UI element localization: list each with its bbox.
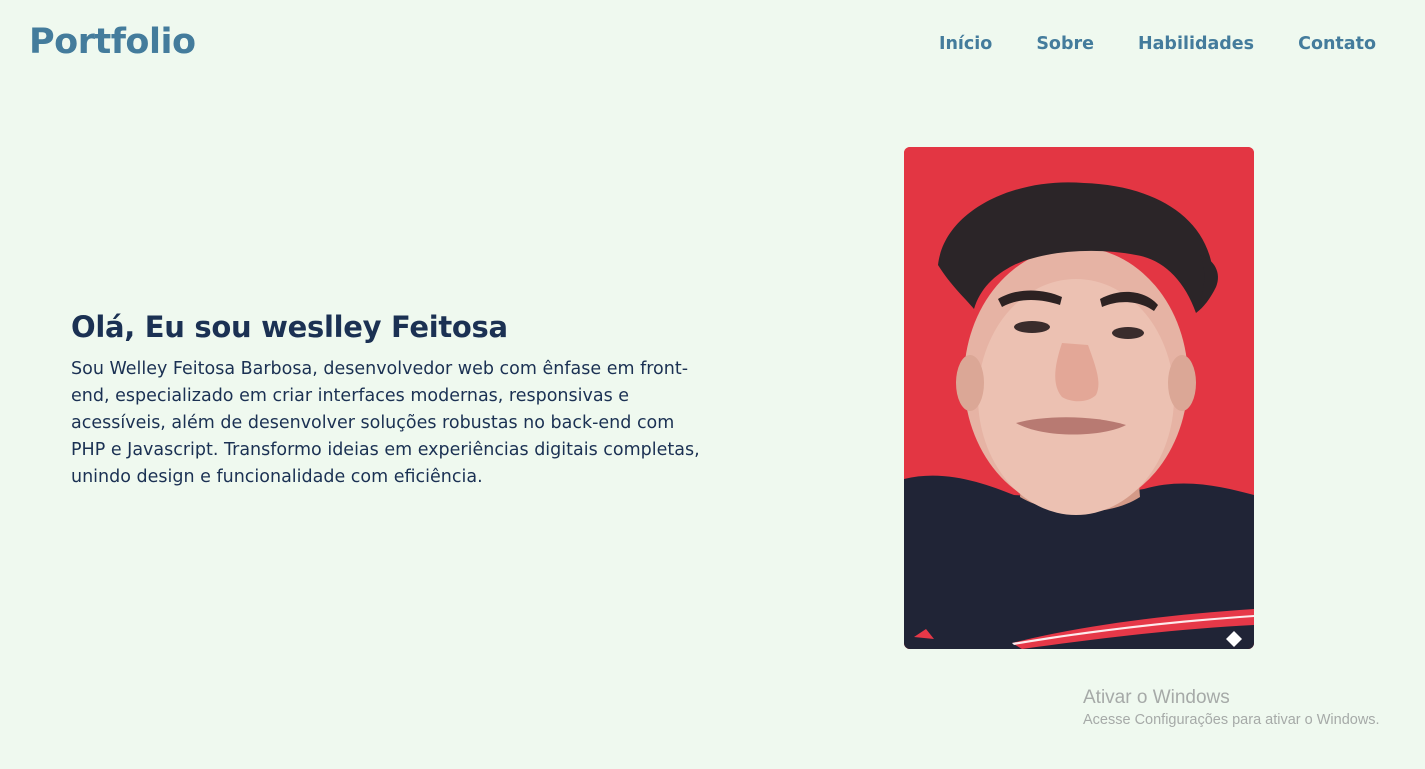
windows-activation-subtitle: Acesse Configurações para ativar o Windo… xyxy=(1083,712,1380,728)
nav-link-inicio[interactable]: Início xyxy=(939,34,992,54)
nav-link-habilidades[interactable]: Habilidades xyxy=(1138,34,1254,54)
profile-photo xyxy=(904,147,1254,649)
nav-link-contato[interactable]: Contato xyxy=(1298,34,1376,54)
windows-activation-watermark: Ativar o Windows Acesse Configurações pa… xyxy=(1083,686,1380,730)
main-nav: Início Sobre Habilidades Contato xyxy=(939,34,1376,54)
windows-activation-title: Ativar o Windows xyxy=(1083,687,1230,708)
page: Portfolio Início Sobre Habilidades Conta… xyxy=(0,0,1425,769)
hero-title: Olá, Eu sou weslley Feitosa xyxy=(71,310,508,344)
logo-link[interactable]: Portfolio xyxy=(29,22,196,62)
nav-link-sobre[interactable]: Sobre xyxy=(1036,34,1094,54)
profile-photo-illustration xyxy=(904,147,1254,649)
hero-description: Sou Welley Feitosa Barbosa, desenvolvedo… xyxy=(71,359,700,487)
